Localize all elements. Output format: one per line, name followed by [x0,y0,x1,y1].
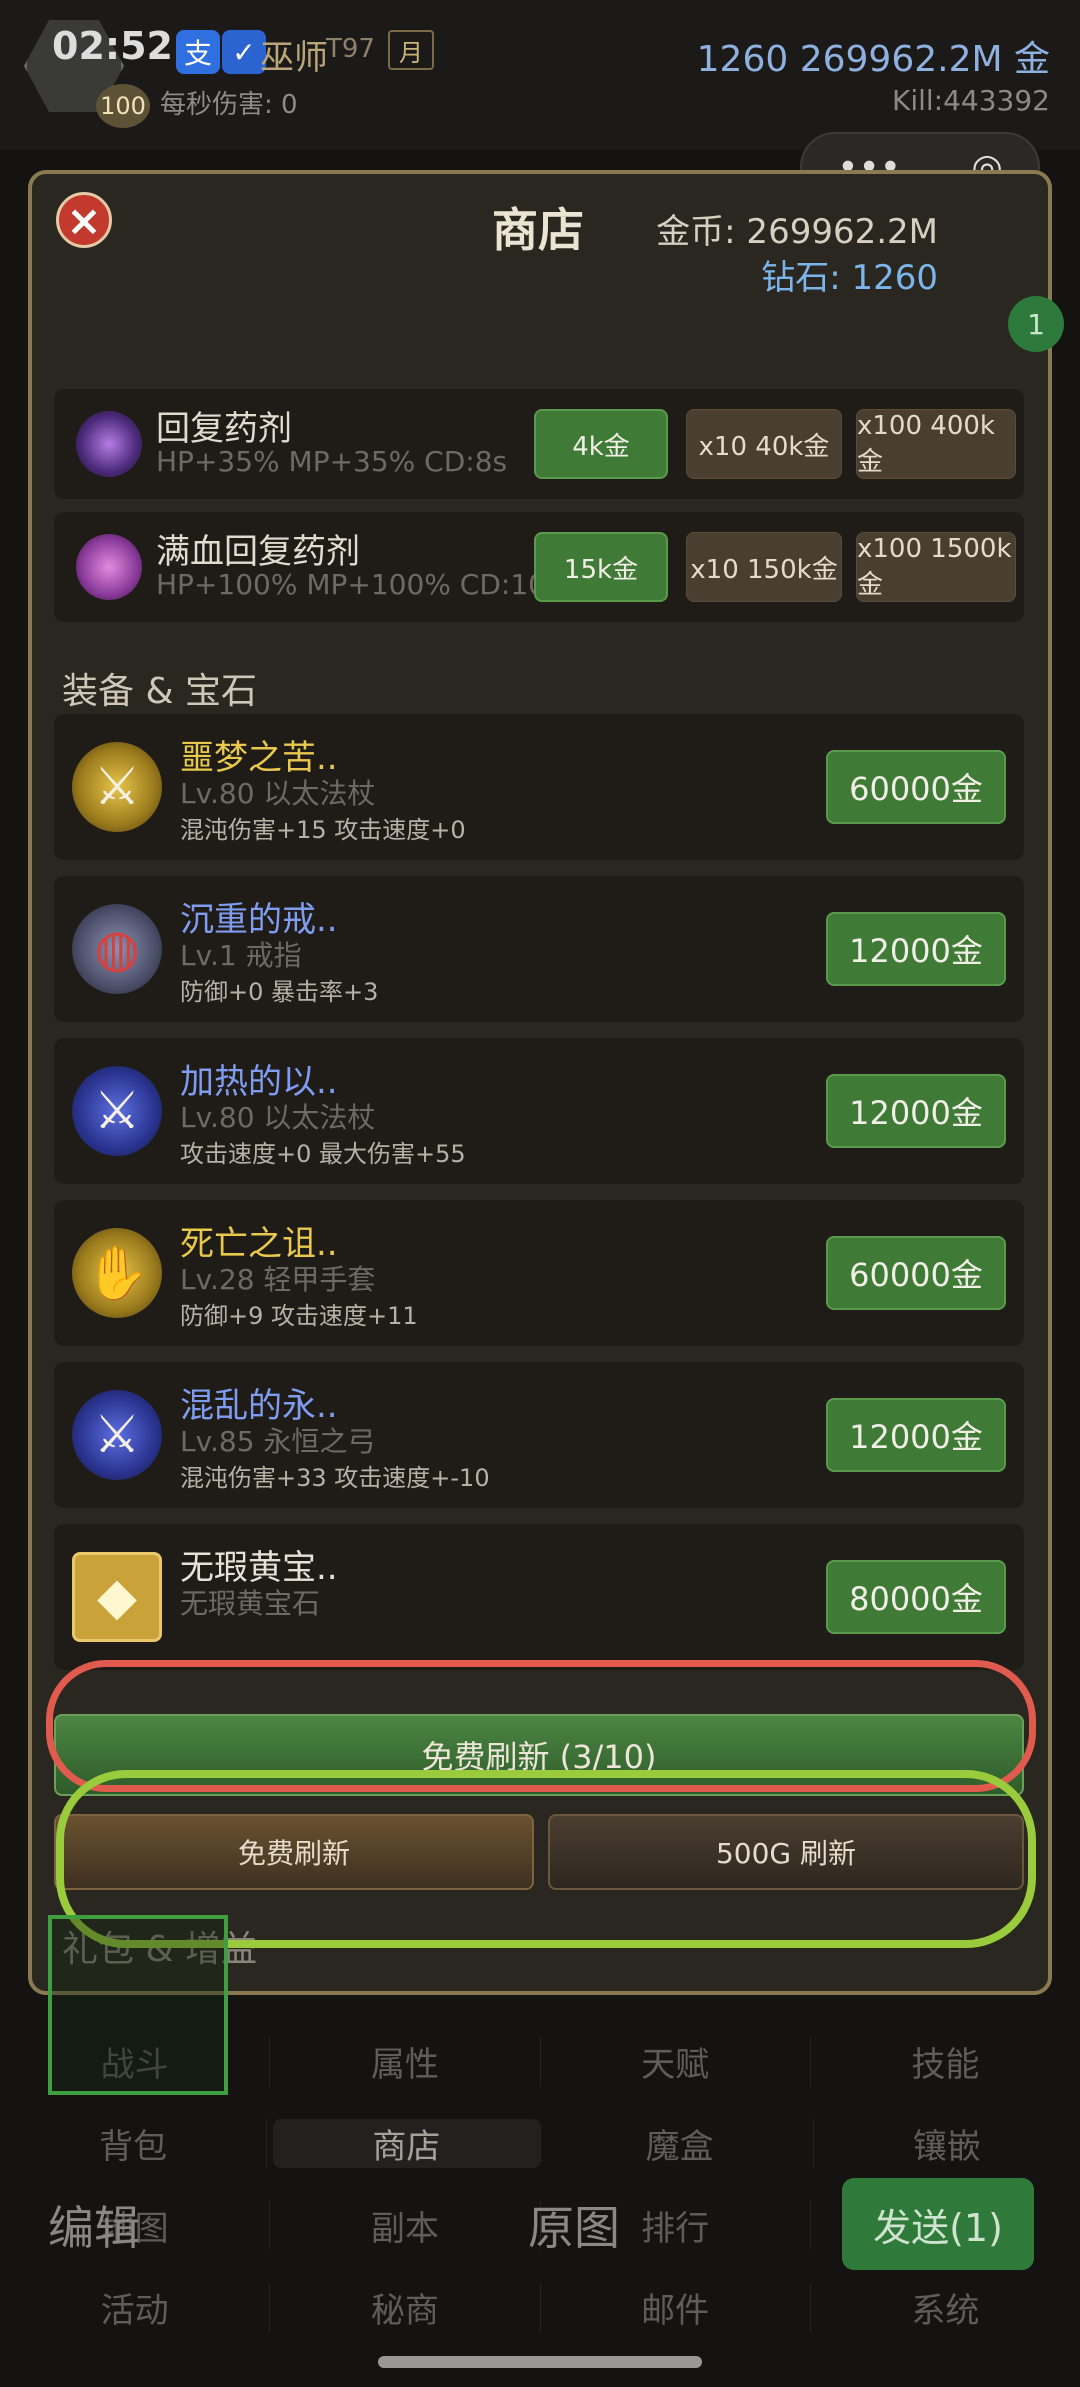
buy-item-button[interactable]: 60000金 [826,1236,1006,1310]
shop-item: ◆ 无瑕黄宝.. 无瑕黄宝石 80000金 [54,1524,1024,1670]
potion-name: 满血回复药剂 [156,532,360,572]
shop-item: ⚔ 噩梦之苦.. Lv.80 以太法杖 混沌伤害+15 攻击速度+0 60000… [54,714,1024,860]
potion-desc: HP+100% MP+100% CD:10s [156,568,561,601]
kill-counter: Kill:443392 [891,84,1050,117]
buy-item-button[interactable]: 80000金 [826,1560,1006,1634]
buy-100-button[interactable]: x100 400k金 [856,409,1016,479]
potion-name: 回复药剂 [156,409,292,449]
tab-mail[interactable]: 邮件 [541,2282,811,2332]
buy-1-button[interactable]: 15k金 [534,532,668,602]
shop-item: ⚔ 混乱的永.. Lv.85 永恒之弓 混沌伤害+33 攻击速度+-10 120… [54,1362,1024,1508]
buy-1-button[interactable]: 4k金 [534,409,668,479]
notification-badge[interactable]: 1 [1008,296,1064,352]
buy-item-button[interactable]: 12000金 [826,912,1006,986]
shop-item: ◍ 沉重的戒.. Lv.1 戒指 防御+0 暴击率+3 12000金 [54,876,1024,1022]
currency-summary: 1260 269962.2M 金 [696,39,1050,80]
gauntlet-icon: ✋ [72,1228,162,1318]
item-stats: 混沌伤害+15 攻击速度+0 [180,816,466,844]
tab-inlay[interactable]: 镶嵌 [814,2119,1080,2168]
item-type: Lv.1 戒指 [180,939,302,972]
edit-button[interactable]: 编辑 [48,2192,140,2258]
item-stats: 防御+0 暴击率+3 [180,978,379,1006]
buy-10-button[interactable]: x10 40k金 [686,409,842,479]
buy-10-button[interactable]: x10 150k金 [686,532,842,602]
dps-text: 每秒伤害: 0 [160,90,298,120]
tab-row-4: 活动 秘商 邮件 系统 [0,2266,1080,2348]
shop-title: 商店 [492,203,584,257]
item-type: 无瑕黄宝石 [180,1587,321,1620]
pink-potion-icon [76,534,142,600]
game-hud: 100 02:52 支 ✓ 巫师 T97 月 每秒伤害: 0 1260 2699… [0,0,1080,202]
tab-events[interactable]: 活动 [0,2282,271,2332]
image-thumbnail[interactable] [48,1915,228,2095]
buy-100-button[interactable]: x100 1500k金 [856,532,1016,602]
tab-secret-shop[interactable]: 秘商 [270,2282,541,2332]
shop-item: ⚔ 加热的以.. Lv.80 以太法杖 攻击速度+0 最大伤害+55 12000… [54,1038,1024,1184]
send-button[interactable]: 发送(1) [842,2178,1034,2270]
buy-item-button[interactable]: 12000金 [826,1398,1006,1472]
free-refresh-button[interactable]: 免费刷新 [54,1814,534,1890]
shop-item: ✋ 死亡之诅.. Lv.28 轻甲手套 防御+9 攻击速度+11 60000金 [54,1200,1024,1346]
sword-icon: ⚔ [72,1066,162,1156]
topaz-gem-icon: ◆ [72,1552,162,1642]
original-image-toggle[interactable]: 原图 [528,2192,620,2258]
diamond-balance: 钻石: 1260 [761,258,938,298]
item-type: Lv.28 轻甲手套 [180,1263,376,1296]
paid-refresh-button[interactable]: 500G 刷新 [548,1814,1024,1890]
sword-icon: ⚔ [72,742,162,832]
month-card-badge: 月 [388,30,434,70]
sword-icon: ⚔ [72,1390,162,1480]
tab-row-2: 背包 商店 魔盒 镶嵌 [0,2102,1080,2184]
tab-system[interactable]: 系统 [811,2283,1080,2332]
tab-attributes[interactable]: 属性 [270,2036,541,2086]
hero-name: 巫师 [260,38,328,78]
ring-icon: ◍ [72,904,162,994]
item-stats: 混沌伤害+33 攻击速度+-10 [180,1464,490,1492]
shop-modal: × 商店 金币: 269962.2M 钻石: 1260 1 回复药剂 HP+35… [28,170,1064,1995]
tab-bag[interactable]: 背包 [0,2118,268,2168]
buy-item-button[interactable]: 60000金 [826,750,1006,824]
item-stats: 攻击速度+0 最大伤害+55 [180,1140,466,1168]
potion-desc: HP+35% MP+35% CD:8s [156,445,508,478]
home-indicator [378,2356,702,2368]
tab-dungeon[interactable]: 副本 [270,2200,541,2250]
potion-row: 满血回复药剂 HP+100% MP+100% CD:10s 15k金 x10 1… [54,512,1024,622]
item-type: Lv.80 以太法杖 [180,1101,376,1134]
buy-item-button[interactable]: 12000金 [826,1074,1006,1148]
tab-magic-box[interactable]: 魔盒 [547,2118,814,2168]
purple-potion-icon [76,411,142,477]
free-refresh-counter-button[interactable]: 免费刷新 (3/10) [54,1714,1024,1796]
gold-balance: 金币: 269962.2M [656,212,938,252]
item-type: Lv.85 永恒之弓 [180,1425,376,1458]
potion-row: 回复药剂 HP+35% MP+35% CD:8s 4k金 x10 40k金 x1… [54,389,1024,499]
tab-shop[interactable]: 商店 [273,2118,541,2168]
item-type: Lv.80 以太法杖 [180,777,376,810]
tab-skills[interactable]: 技能 [811,2037,1080,2086]
clock-text: 02:52 [52,24,173,68]
player-level-badge: 100 [96,84,150,128]
alipay-icon: 支 [176,30,220,74]
item-stats: 防御+9 攻击速度+11 [180,1302,418,1330]
close-button[interactable]: × [56,192,112,248]
tab-talent[interactable]: 天赋 [541,2036,811,2086]
equip-section-title: 装备 & 宝石 [62,671,257,712]
hero-tier: T97 [326,34,375,64]
